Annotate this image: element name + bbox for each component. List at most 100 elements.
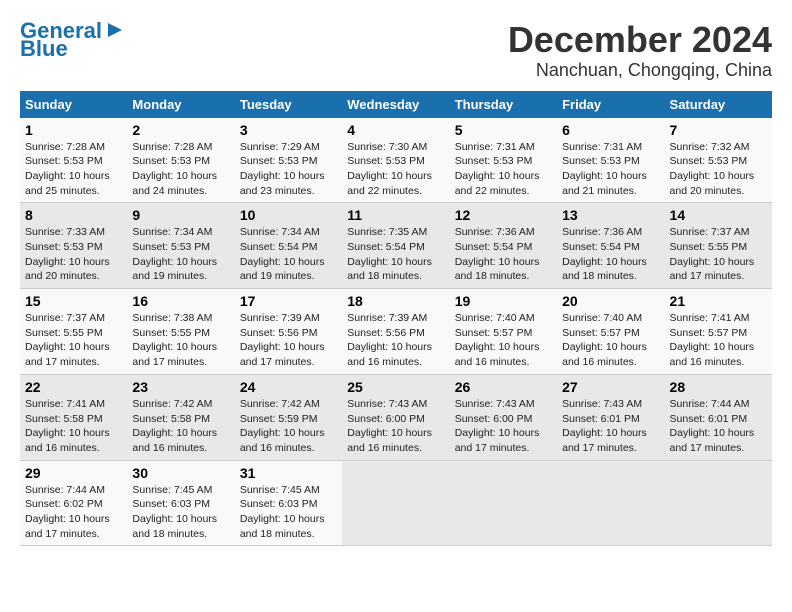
day-number: 9 [132,207,229,223]
day-number: 4 [347,122,444,138]
day-number: 8 [25,207,122,223]
day-number: 26 [455,379,552,395]
calendar-day-19: 19 Sunrise: 7:40 AMSunset: 5:57 PMDaylig… [450,289,557,375]
calendar-day-25: 25 Sunrise: 7:43 AMSunset: 6:00 PMDaylig… [342,374,449,460]
day-info: Sunrise: 7:42 AMSunset: 5:58 PMDaylight:… [132,397,229,456]
calendar-day-17: 17 Sunrise: 7:39 AMSunset: 5:56 PMDaylig… [235,289,342,375]
day-number: 27 [562,379,659,395]
day-number: 30 [132,465,229,481]
day-number: 17 [240,293,337,309]
logo: General Blue [20,20,126,60]
calendar-week-row: 22 Sunrise: 7:41 AMSunset: 5:58 PMDaylig… [20,374,772,460]
calendar-week-row: 1 Sunrise: 7:28 AMSunset: 5:53 PMDayligh… [20,118,772,203]
day-number: 10 [240,207,337,223]
day-number: 31 [240,465,337,481]
logo-arrow-icon [104,19,126,41]
day-info: Sunrise: 7:43 AMSunset: 6:00 PMDaylight:… [347,397,444,456]
day-info: Sunrise: 7:42 AMSunset: 5:59 PMDaylight:… [240,397,337,456]
day-number: 21 [670,293,767,309]
calendar-subtitle: Nanchuan, Chongqing, China [508,60,772,81]
day-number: 22 [25,379,122,395]
day-info: Sunrise: 7:43 AMSunset: 6:00 PMDaylight:… [455,397,552,456]
day-info: Sunrise: 7:36 AMSunset: 5:54 PMDaylight:… [562,225,659,284]
calendar-day-22: 22 Sunrise: 7:41 AMSunset: 5:58 PMDaylig… [20,374,127,460]
calendar-day-5: 5 Sunrise: 7:31 AMSunset: 5:53 PMDayligh… [450,118,557,203]
calendar-day-21: 21 Sunrise: 7:41 AMSunset: 5:57 PMDaylig… [665,289,772,375]
calendar-title: December 2024 [508,20,772,60]
weekday-header-row: Sunday Monday Tuesday Wednesday Thursday… [20,91,772,118]
calendar-day-14: 14 Sunrise: 7:37 AMSunset: 5:55 PMDaylig… [665,203,772,289]
calendar-day-10: 10 Sunrise: 7:34 AMSunset: 5:54 PMDaylig… [235,203,342,289]
calendar-day-24: 24 Sunrise: 7:42 AMSunset: 5:59 PMDaylig… [235,374,342,460]
day-number: 13 [562,207,659,223]
calendar-week-row: 29 Sunrise: 7:44 AMSunset: 6:02 PMDaylig… [20,460,772,546]
day-number: 12 [455,207,552,223]
day-number: 29 [25,465,122,481]
calendar-week-row: 8 Sunrise: 7:33 AMSunset: 5:53 PMDayligh… [20,203,772,289]
calendar-day-9: 9 Sunrise: 7:34 AMSunset: 5:53 PMDayligh… [127,203,234,289]
calendar-day-2: 2 Sunrise: 7:28 AMSunset: 5:53 PMDayligh… [127,118,234,203]
day-info: Sunrise: 7:39 AMSunset: 5:56 PMDaylight:… [347,311,444,370]
day-number: 24 [240,379,337,395]
calendar-day-1: 1 Sunrise: 7:28 AMSunset: 5:53 PMDayligh… [20,118,127,203]
day-info: Sunrise: 7:30 AMSunset: 5:53 PMDaylight:… [347,140,444,199]
calendar-day-3: 3 Sunrise: 7:29 AMSunset: 5:53 PMDayligh… [235,118,342,203]
day-number: 7 [670,122,767,138]
calendar-day-6: 6 Sunrise: 7:31 AMSunset: 5:53 PMDayligh… [557,118,664,203]
day-info: Sunrise: 7:36 AMSunset: 5:54 PMDaylight:… [455,225,552,284]
calendar-empty-cell [342,460,449,546]
calendar-day-30: 30 Sunrise: 7:45 AMSunset: 6:03 PMDaylig… [127,460,234,546]
day-number: 28 [670,379,767,395]
day-number: 11 [347,207,444,223]
day-number: 19 [455,293,552,309]
header-monday: Monday [127,91,234,118]
calendar-empty-cell [557,460,664,546]
calendar-day-11: 11 Sunrise: 7:35 AMSunset: 5:54 PMDaylig… [342,203,449,289]
header-friday: Friday [557,91,664,118]
calendar-day-26: 26 Sunrise: 7:43 AMSunset: 6:00 PMDaylig… [450,374,557,460]
calendar-day-7: 7 Sunrise: 7:32 AMSunset: 5:53 PMDayligh… [665,118,772,203]
header-sunday: Sunday [20,91,127,118]
calendar-empty-cell [450,460,557,546]
day-info: Sunrise: 7:38 AMSunset: 5:55 PMDaylight:… [132,311,229,370]
day-number: 2 [132,122,229,138]
calendar-day-18: 18 Sunrise: 7:39 AMSunset: 5:56 PMDaylig… [342,289,449,375]
day-info: Sunrise: 7:37 AMSunset: 5:55 PMDaylight:… [670,225,767,284]
day-info: Sunrise: 7:41 AMSunset: 5:57 PMDaylight:… [670,311,767,370]
calendar-day-13: 13 Sunrise: 7:36 AMSunset: 5:54 PMDaylig… [557,203,664,289]
calendar-day-4: 4 Sunrise: 7:30 AMSunset: 5:53 PMDayligh… [342,118,449,203]
day-info: Sunrise: 7:45 AMSunset: 6:03 PMDaylight:… [240,483,337,542]
calendar-week-row: 15 Sunrise: 7:37 AMSunset: 5:55 PMDaylig… [20,289,772,375]
calendar-day-20: 20 Sunrise: 7:40 AMSunset: 5:57 PMDaylig… [557,289,664,375]
day-info: Sunrise: 7:41 AMSunset: 5:58 PMDaylight:… [25,397,122,456]
day-info: Sunrise: 7:35 AMSunset: 5:54 PMDaylight:… [347,225,444,284]
day-info: Sunrise: 7:34 AMSunset: 5:54 PMDaylight:… [240,225,337,284]
calendar-day-12: 12 Sunrise: 7:36 AMSunset: 5:54 PMDaylig… [450,203,557,289]
day-number: 25 [347,379,444,395]
day-info: Sunrise: 7:28 AMSunset: 5:53 PMDaylight:… [25,140,122,199]
calendar-day-29: 29 Sunrise: 7:44 AMSunset: 6:02 PMDaylig… [20,460,127,546]
calendar-day-27: 27 Sunrise: 7:43 AMSunset: 6:01 PMDaylig… [557,374,664,460]
day-info: Sunrise: 7:39 AMSunset: 5:56 PMDaylight:… [240,311,337,370]
day-number: 14 [670,207,767,223]
calendar-day-15: 15 Sunrise: 7:37 AMSunset: 5:55 PMDaylig… [20,289,127,375]
day-info: Sunrise: 7:37 AMSunset: 5:55 PMDaylight:… [25,311,122,370]
calendar-day-23: 23 Sunrise: 7:42 AMSunset: 5:58 PMDaylig… [127,374,234,460]
calendar-empty-cell [665,460,772,546]
day-number: 18 [347,293,444,309]
day-info: Sunrise: 7:29 AMSunset: 5:53 PMDaylight:… [240,140,337,199]
day-info: Sunrise: 7:44 AMSunset: 6:02 PMDaylight:… [25,483,122,542]
logo-blue-text: Blue [20,38,68,60]
header-saturday: Saturday [665,91,772,118]
title-area: December 2024 Nanchuan, Chongqing, China [508,20,772,81]
day-number: 23 [132,379,229,395]
day-number: 16 [132,293,229,309]
day-info: Sunrise: 7:40 AMSunset: 5:57 PMDaylight:… [455,311,552,370]
calendar-day-16: 16 Sunrise: 7:38 AMSunset: 5:55 PMDaylig… [127,289,234,375]
day-number: 15 [25,293,122,309]
day-info: Sunrise: 7:44 AMSunset: 6:01 PMDaylight:… [670,397,767,456]
day-number: 3 [240,122,337,138]
day-info: Sunrise: 7:40 AMSunset: 5:57 PMDaylight:… [562,311,659,370]
day-info: Sunrise: 7:33 AMSunset: 5:53 PMDaylight:… [25,225,122,284]
day-info: Sunrise: 7:45 AMSunset: 6:03 PMDaylight:… [132,483,229,542]
